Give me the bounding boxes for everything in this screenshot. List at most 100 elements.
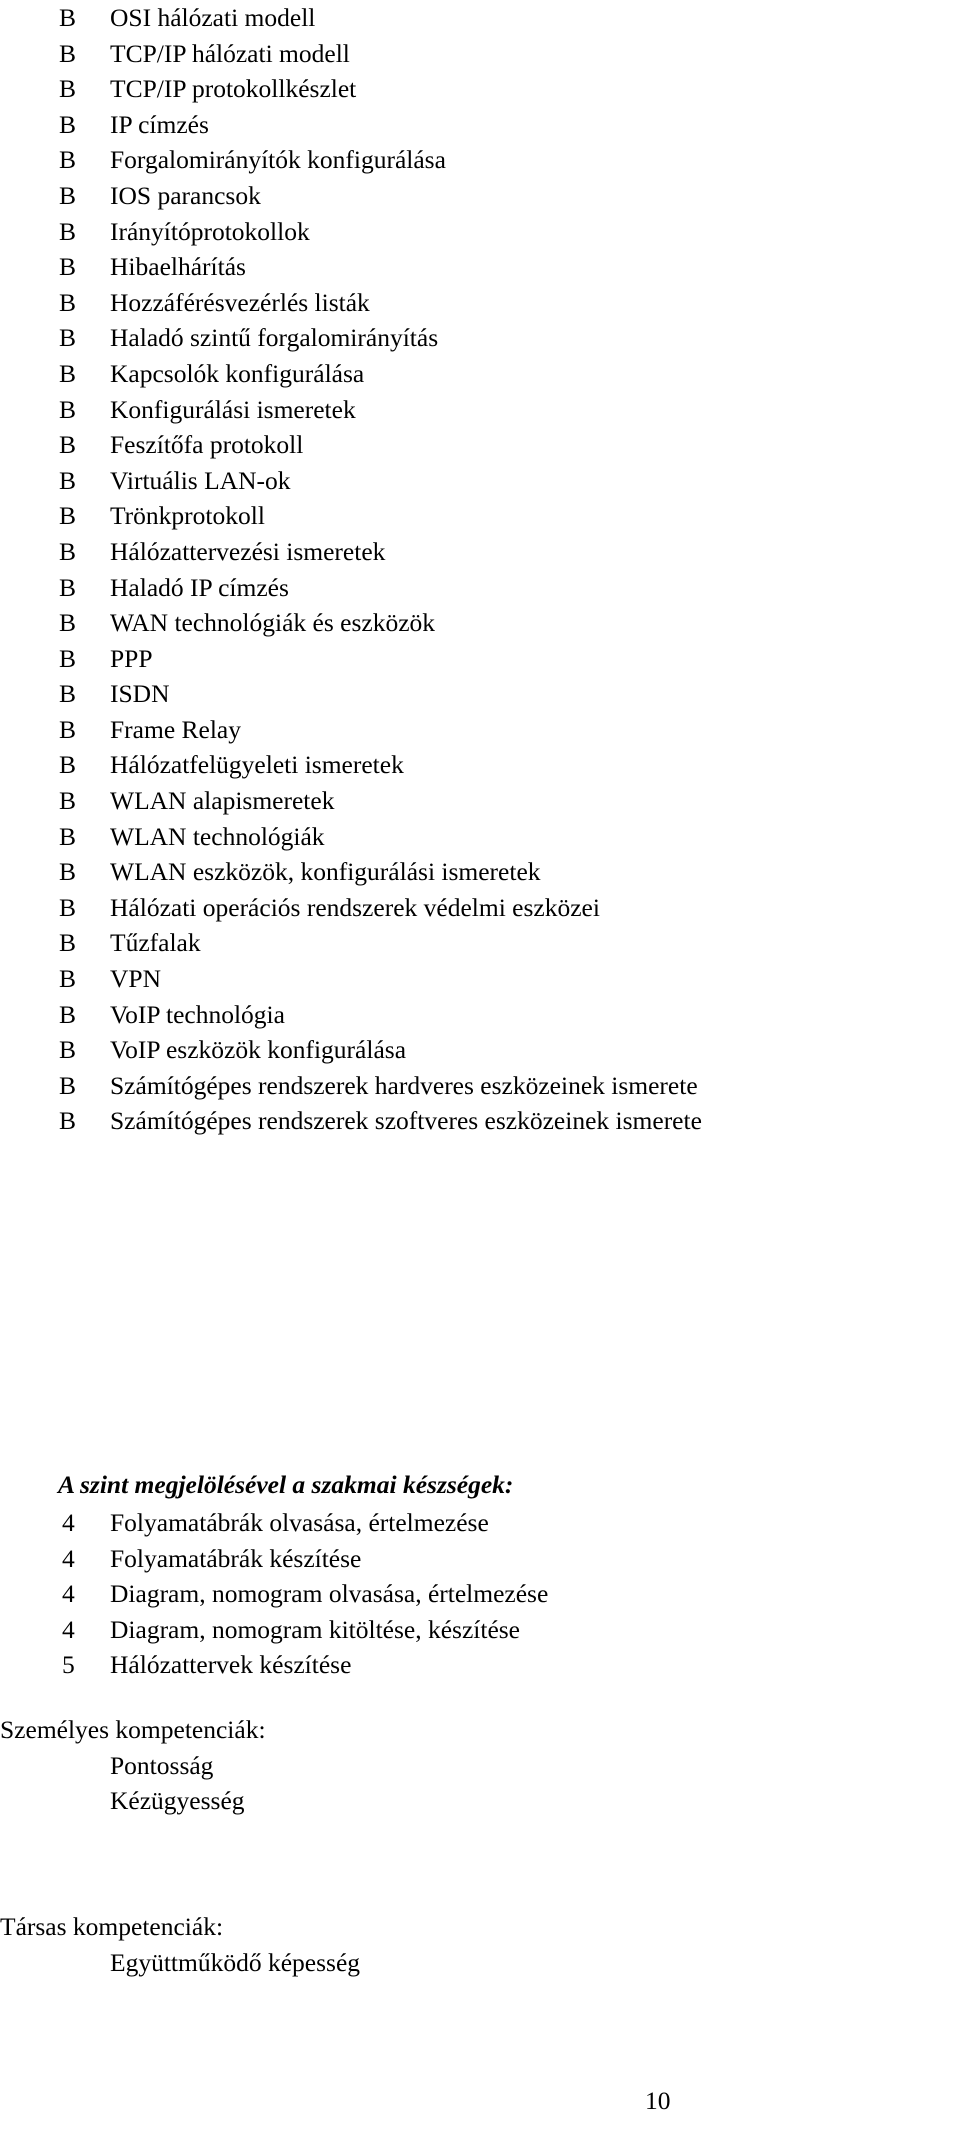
knowledge-item-label: PPP [110,643,153,673]
knowledge-item-label: Trönkprotokoll [110,501,265,531]
knowledge-list-item: B Számítógépes rendszerek hardveres eszkö… [0,1068,960,1104]
knowledge-item-label: VoIP technológia [110,999,285,1029]
skill-level-value: 4 [62,1614,75,1644]
skill-level-value: 4 [62,1543,75,1573]
knowledge-list-item: B Virtuális LAN-ok [0,463,960,499]
knowledge-list-item: B PPP [0,641,960,677]
social-competencies-title: Társas kompetenciák: [0,1912,224,1941]
knowledge-level-mark: B [59,430,77,460]
knowledge-item-label: Hálózattervezési ismeretek [110,536,386,566]
knowledge-item-label: Konfigurálási ismeretek [110,394,356,424]
document-page: B OSI hálózati modell B TCP/IP hálózati mod… [0,0,960,2132]
skill-list-item: 4 Folyamatábrák készítése [0,1541,960,1577]
knowledge-level-mark: B [59,216,77,246]
knowledge-item-label: WLAN technológiák [110,821,325,851]
skills-section-heading: A szint megjelölésével a szakmai készség… [58,1470,514,1499]
knowledge-list-item: B WLAN alapismeretek [0,783,960,819]
knowledge-list-item: B WLAN eszközök, konfigurálási ismeretek [0,854,960,890]
knowledge-level-mark: B [59,74,77,104]
knowledge-list-item: B VoIP eszközök konfigurálása [0,1032,960,1068]
personal-competencies-block: Személyes kompetenciák: Pontosság Kézügy… [0,1712,960,1819]
social-competencies-block: Társas kompetenciák: Együttműködő képess… [0,1909,960,1980]
knowledge-item-label: Hálózati operációs rendszerek védelmi es… [110,892,600,922]
personal-competencies-title: Személyes kompetenciák: [0,1715,266,1744]
knowledge-list-item: B IOS parancsok [0,178,960,214]
personal-competency-item: Pontosság [110,1750,214,1780]
knowledge-level-mark: B [59,714,77,744]
knowledge-list-item: B Trönkprotokoll [0,498,960,534]
knowledge-list-item: B OSI hálózati modell [0,0,960,36]
knowledge-level-mark: B [59,643,77,673]
knowledge-level-mark: B [59,786,77,816]
knowledge-list-item: B ISDN [0,676,960,712]
knowledge-level-mark: B [59,1106,77,1136]
knowledge-item-label: WLAN eszközök, konfigurálási ismeretek [110,857,541,887]
personal-competency-item: Kézügyesség [110,1786,245,1816]
knowledge-list-item: B Forgalomirányítók konfigurálása [0,142,960,178]
knowledge-level-mark: B [59,536,77,566]
knowledge-item-label: Hálózatfelügyeleti ismeretek [110,750,404,780]
knowledge-level-mark: B [59,999,77,1029]
knowledge-item-label: OSI hálózati modell [110,3,316,32]
skill-label: Hálózattervek készítése [110,1650,352,1680]
knowledge-item-label: VPN [110,964,162,994]
knowledge-list-item: B Hálózati operációs rendszerek védelmi e… [0,890,960,926]
knowledge-list-item: B Számítógépes rendszerek szoftveres eszk… [0,1103,960,1139]
knowledge-list-item: B Irányítóprotokollok [0,214,960,250]
knowledge-level-mark: B [59,928,77,958]
knowledge-level-mark: B [59,679,77,709]
knowledge-list-item: B Feszítőfa protokoll [0,427,960,463]
knowledge-item-label: IOS parancsok [110,180,261,210]
skill-list-item: 4 Diagram, nomogram kitöltése, készítése [0,1612,960,1648]
knowledge-item-label: WLAN alapismeretek [110,786,335,816]
knowledge-item-label: Haladó szintű forgalomirányítás [110,323,439,353]
knowledge-list-item: B Konfigurálási ismeretek [0,392,960,428]
skill-level-value: 5 [62,1650,75,1680]
knowledge-list-item: B TCP/IP hálózati modell [0,36,960,72]
knowledge-list-item: B TCP/IP protokollkészlet [0,71,960,107]
knowledge-item-label: Virtuális LAN-ok [110,465,291,495]
knowledge-level-mark: B [59,501,77,531]
knowledge-level-mark: B [59,252,77,282]
knowledge-level-mark: B [59,358,77,388]
knowledge-level-mark: B [59,145,77,175]
knowledge-level-mark: B [59,1035,77,1065]
knowledge-list-item: B Haladó IP címzés [0,570,960,606]
knowledge-level-mark: B [59,109,77,139]
knowledge-list-item: B Tűzfalak [0,925,960,961]
knowledge-item-label: Frame Relay [110,714,241,744]
knowledge-item-label: Hibaelhárítás [110,252,246,282]
knowledge-list-item: B Hibaelhárítás [0,249,960,285]
skill-list-item: 4 Diagram, nomogram olvasása, értelmezése [0,1576,960,1612]
knowledge-level-mark: B [59,465,77,495]
knowledge-list-item: B Kapcsolók konfigurálása [0,356,960,392]
skill-label: Diagram, nomogram olvasása, értelmezése [110,1579,549,1609]
knowledge-level-mark: B [59,572,77,602]
knowledge-list-item: B VPN [0,961,960,997]
knowledge-item-label: Irányítóprotokollok [110,216,310,246]
skill-list-item: 5 Hálózattervek készítése [0,1647,960,1683]
knowledge-list: B OSI hálózati modell B TCP/IP hálózati mod… [0,0,960,1139]
skill-label: Folyamatábrák készítése [110,1543,362,1573]
knowledge-item-label: ISDN [110,679,170,709]
knowledge-list-item: B WLAN technológiák [0,819,960,855]
knowledge-item-label: TCP/IP protokollkészlet [110,74,357,104]
knowledge-level-mark: B [59,964,77,994]
knowledge-level-mark: B [59,323,77,353]
social-competency-item: Együttműködő képesség [110,1947,361,1977]
knowledge-level-mark: B [59,608,77,638]
skill-label: Folyamatábrák olvasása, értelmezése [110,1508,489,1537]
knowledge-level-mark: B [59,180,77,210]
knowledge-item-label: TCP/IP hálózati modell [110,38,350,68]
knowledge-list-item: B Hozzáférésvezérlés listák [0,285,960,321]
knowledge-level-mark: B [59,394,77,424]
knowledge-list-item: B Haladó szintű forgalomirányítás [0,320,960,356]
skill-label: Diagram, nomogram kitöltése, készítése [110,1614,521,1644]
knowledge-list-item: B VoIP technológia [0,997,960,1033]
knowledge-item-label: Hozzáférésvezérlés listák [110,287,370,317]
knowledge-item-label: VoIP eszközök konfigurálása [110,1035,407,1065]
knowledge-list-item: B Hálózattervezési ismeretek [0,534,960,570]
knowledge-item-label: Számítógépes rendszerek szoftveres eszkö… [110,1106,702,1136]
skill-level-value: 4 [62,1508,75,1537]
knowledge-level-mark: B [59,821,77,851]
